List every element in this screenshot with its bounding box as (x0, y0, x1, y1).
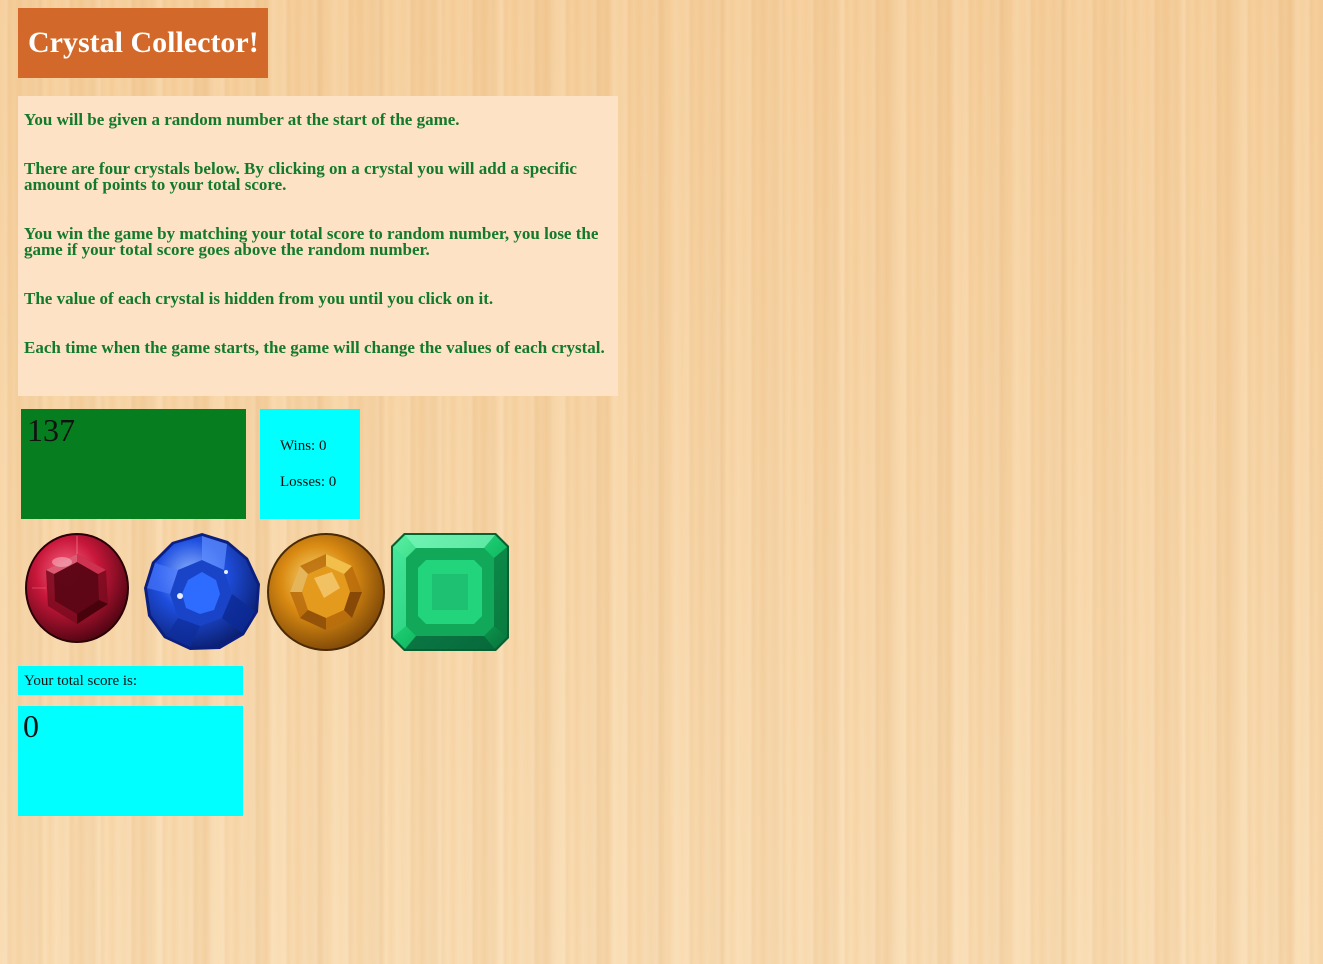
emerald-crystal-icon (391, 533, 509, 651)
sapphire-crystal-icon (144, 533, 260, 650)
instruction-1: You will be given a random number at the… (24, 110, 460, 129)
total-score-panel: 0 (18, 706, 243, 816)
instruction-2: There are four crystals below. By clicki… (24, 159, 577, 194)
crystal-button-topaz[interactable] (266, 532, 386, 652)
wins-count: Wins: 0 (280, 438, 327, 454)
crystal-button-sapphire[interactable] (142, 532, 262, 652)
title-banner: Crystal Collector! (18, 8, 268, 78)
instruction-3: You win the game by matching your total … (24, 224, 599, 259)
losses-count: Losses: 0 (280, 474, 337, 490)
total-score: 0 (23, 708, 39, 744)
ruby-crystal-icon (25, 533, 129, 643)
random-number-panel: 137 (21, 409, 246, 519)
instructions-panel: You will be given a random number at the… (18, 96, 618, 396)
score-label-panel: Your total score is: (18, 666, 243, 695)
random-number: 137 (27, 412, 75, 448)
instruction-5: Each time when the game starts, the game… (24, 338, 605, 357)
score-label: Your total score is: (24, 673, 138, 689)
crystal-button-emerald[interactable] (390, 532, 510, 652)
stats-panel: Wins: 0 Losses: 0 (260, 409, 360, 519)
instruction-4: The value of each crystal is hidden from… (24, 289, 494, 308)
topaz-crystal-icon (267, 533, 385, 651)
crystal-button-ruby[interactable] (24, 532, 130, 644)
page-title: Crystal Collector! (28, 26, 259, 59)
